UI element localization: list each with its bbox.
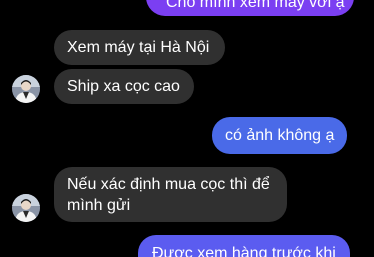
message-text: Ship xa cọc cao [67,78,180,95]
message-text: Xem máy tại Hà Nội [67,39,210,56]
outgoing-message-bubble[interactable]: Cho mình xem máy với ạ [146,0,354,16]
incoming-message-bubble[interactable]: Nếu xác định mua cọc thì để mình gửi [54,167,287,222]
message-text: có ảnh không ạ [225,127,335,144]
message-text-line: mình gửi [67,197,131,214]
contact-avatar[interactable] [12,194,40,222]
user-avatar-icon [12,75,40,103]
message-text: Được xem hàng trước khi [152,245,336,257]
outgoing-message-bubble[interactable]: có ảnh không ạ [212,117,347,154]
contact-avatar[interactable] [12,75,40,103]
message-text: Cho mình xem máy với ạ [166,0,345,11]
incoming-message-bubble[interactable]: Ship xa cọc cao [54,69,194,104]
outgoing-message-bubble[interactable]: Được xem hàng trước khi [138,235,350,257]
user-avatar-icon [12,194,40,222]
message-text-line: Nếu xác định mua cọc thì để [67,176,270,193]
incoming-message-bubble[interactable]: Xem máy tại Hà Nội [54,30,225,65]
